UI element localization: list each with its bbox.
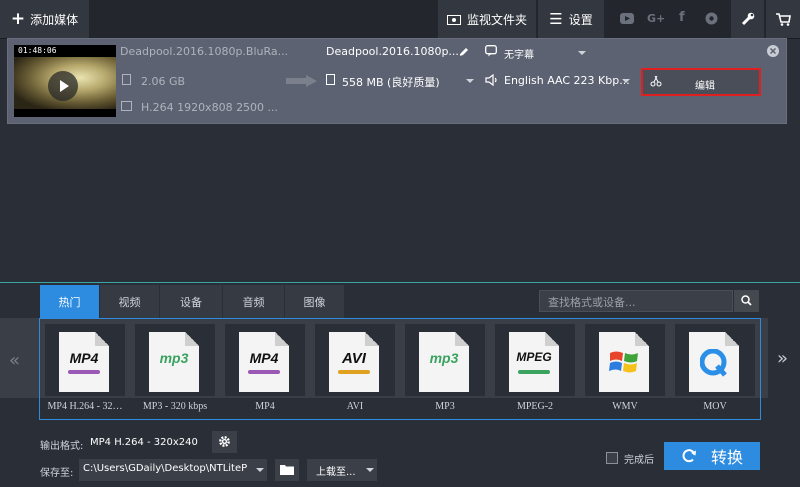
close-icon[interactable] (767, 45, 779, 57)
tab-audio[interactable]: 音频 (223, 285, 285, 318)
scissors-icon (650, 75, 662, 87)
after-done-label: 完成后 (624, 455, 654, 466)
browse-folder-button[interactable] (275, 459, 299, 481)
settings-button[interactable]: ☰ 设置 (538, 0, 604, 38)
mp4-file-icon: MP4 (239, 332, 289, 392)
audio-track-select[interactable]: English AAC 223 Kbp... (504, 74, 630, 87)
top-toolbar: + 添加媒体 监视文件夹 ☰ 设置 G+ f (0, 0, 800, 39)
tools-button[interactable] (731, 0, 765, 38)
source-video-info: H.264 1920x808 2500 ... (141, 101, 279, 114)
vk-icon[interactable] (705, 12, 718, 25)
gear-icon (219, 436, 230, 447)
duration-label: 01:48:06 (18, 46, 57, 55)
output-format-label: 输出格式: (40, 441, 84, 452)
convert-button[interactable]: 转换 (664, 442, 760, 470)
plus-icon: + (10, 8, 26, 29)
output-size-select[interactable]: 558 MB (良好质量) (342, 74, 440, 90)
chevron-down-icon[interactable] (578, 51, 586, 55)
chevron-down-icon[interactable] (256, 468, 264, 472)
facebook-icon[interactable]: f (679, 10, 685, 25)
avi-file-icon: AVI (329, 332, 379, 392)
search-button[interactable] (734, 290, 759, 312)
format-label: MP4 H.264 - 32… (47, 401, 123, 412)
chevron-down-icon[interactable] (622, 79, 630, 83)
format-tile-mov[interactable] (675, 324, 755, 396)
format-label: AVI (346, 401, 364, 412)
cart-icon (775, 12, 791, 26)
format-label: MPEG-2 (516, 401, 554, 412)
mp4-file-icon: MP4 (59, 332, 109, 392)
wrench-icon (741, 12, 754, 26)
upload-to-select[interactable]: 上载至... (307, 459, 377, 481)
format-tile-mp4[interactable]: MP4 (225, 324, 305, 396)
output-settings-button[interactable] (212, 431, 237, 453)
tab-video[interactable]: 视频 (100, 285, 160, 318)
format-label: MOV (703, 401, 727, 412)
edit-button[interactable]: 编辑 (641, 68, 761, 96)
edit-label: 编辑 (695, 81, 715, 92)
format-label: WMV (612, 401, 638, 412)
subtitle-select[interactable]: 无字幕 (504, 46, 534, 61)
scroll-left-icon[interactable]: « (9, 350, 20, 371)
output-file-icon (326, 74, 335, 85)
speaker-icon (485, 74, 497, 86)
tab-images[interactable]: 图像 (285, 285, 345, 318)
source-size: 2.06 GB (141, 75, 186, 88)
source-filename: Deadpool.2016.1080p.BluRa... (120, 45, 289, 58)
quicktime-icon (689, 332, 739, 392)
refresh-icon (682, 449, 696, 463)
menu-icon: ☰ (549, 9, 563, 28)
after-done-checkbox[interactable] (606, 452, 618, 464)
pencil-icon[interactable] (459, 47, 469, 57)
youtube-icon[interactable] (620, 13, 634, 24)
save-to-label: 保存至: (40, 468, 74, 479)
format-label: MP4 (255, 401, 275, 412)
cart-button[interactable] (766, 0, 800, 38)
folder-icon (280, 465, 294, 475)
mpeg-file-icon: MPEG (509, 332, 559, 392)
output-format-value: MP4 H.264 - 320x240 (90, 437, 198, 448)
format-label: MP3 (435, 401, 455, 412)
mp3-file-icon: mp3 (149, 332, 199, 392)
folder-watch-icon (446, 14, 461, 25)
mp3-file-icon: mp3 (419, 332, 469, 392)
chevron-down-icon[interactable] (466, 79, 474, 83)
format-tile-wmv[interactable] (585, 324, 665, 396)
chevron-down-icon[interactable] (366, 468, 374, 472)
search-icon (741, 295, 752, 306)
subtitle-icon (485, 45, 497, 57)
format-tile-avi[interactable]: AVI (315, 324, 395, 396)
play-icon[interactable] (48, 71, 78, 101)
windows-icon (599, 332, 649, 392)
watch-folder-button[interactable]: 监视文件夹 (438, 0, 537, 38)
file-icon (122, 74, 131, 85)
format-tile-mpeg2[interactable]: MPEG (495, 324, 575, 396)
add-media-button[interactable]: + 添加媒体 (0, 0, 89, 38)
google-plus-icon[interactable]: G+ (647, 12, 665, 25)
format-tile-mp3[interactable]: mp3 (405, 324, 485, 396)
save-path-input[interactable]: C:\Users\GDaily\Desktop\NTLiteP (79, 459, 267, 481)
format-search-input[interactable]: 查找格式或设备... (539, 290, 733, 312)
tab-popular[interactable]: 热门 (40, 285, 100, 318)
video-thumbnail[interactable]: 01:48:06 (14, 45, 116, 117)
arrow-right-icon (286, 75, 317, 87)
output-filename[interactable]: Deadpool.2016.1080p.... (326, 45, 462, 58)
video-icon (121, 101, 132, 111)
save-path-dropdown[interactable] (253, 459, 267, 481)
format-tile-mp3-320[interactable]: mp3 (135, 324, 215, 396)
scroll-right-button[interactable]: » (768, 318, 800, 398)
tab-devices[interactable]: 设备 (160, 285, 223, 318)
format-tile-mp4-h264[interactable]: MP4 (45, 324, 125, 396)
scroll-right-icon[interactable]: » (777, 350, 788, 368)
format-label: MP3 - 320 kbps (142, 401, 208, 412)
